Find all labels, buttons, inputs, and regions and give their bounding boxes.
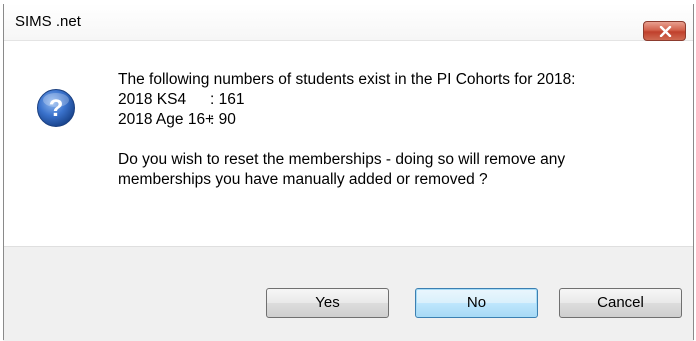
dialog-content: ? The following numbers of students exis… [3, 41, 694, 246]
message-dialog: SIMS .net ? The following numbers of stu… [3, 4, 694, 341]
question-icon: ? [37, 89, 75, 127]
close-button[interactable] [643, 21, 686, 41]
screen: SIMS .net ? The following numbers of stu… [0, 0, 696, 341]
window-edge-right [693, 4, 694, 340]
no-button[interactable]: No [415, 288, 538, 318]
cohort-age16-value: : 90 [210, 111, 236, 128]
cancel-button[interactable]: Cancel [559, 288, 682, 318]
svg-text:?: ? [49, 95, 64, 122]
cohort-age16-label: 2018 Age 16+ [118, 111, 215, 128]
close-icon [659, 26, 672, 37]
message-intro: The following numbers of students exist … [118, 71, 576, 88]
title-bar: SIMS .net [3, 4, 694, 41]
cohort-ks4-value: : 161 [210, 91, 245, 108]
cohort-ks4-label: 2018 KS4 [118, 91, 187, 108]
yes-button[interactable]: Yes [266, 288, 389, 318]
window-edge-left [3, 4, 4, 340]
question-line-1: Do you wish to reset the memberships - d… [118, 151, 566, 168]
question-line-2: memberships you have manually added or r… [118, 171, 488, 188]
button-bar: Yes No Cancel [3, 246, 694, 341]
window-title: SIMS .net [15, 13, 81, 30]
